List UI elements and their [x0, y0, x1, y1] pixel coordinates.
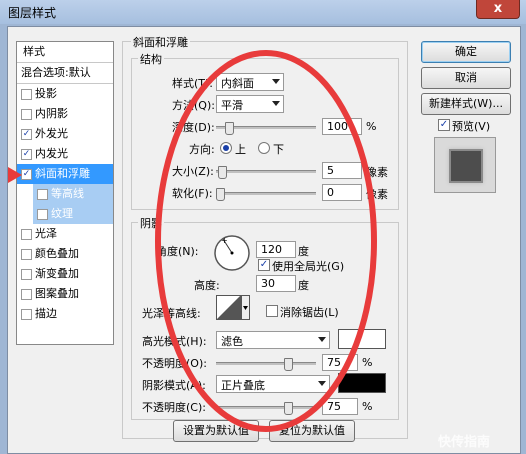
window-title: 图层样式 — [8, 6, 57, 20]
watermark-text: 快传指南 — [438, 435, 491, 450]
annotation-overlay — [8, 50, 377, 432]
layer-style-dialog: 图层样式 x 样式 混合选项:默认 投影 内阴影 ✓ 外发光 ✓ 内发光 ✓ 斜面和浮雕 等高线… — [0, 0, 526, 454]
dialog-body: 样式 混合选项:默认 投影 内阴影 ✓ 外发光 ✓ 内发光 ✓ 斜面和浮雕 等高线 纹理 光泽 颜色叠… — [7, 26, 521, 454]
title-bar[interactable]: 图层样式 x — [0, 0, 526, 24]
annotation-ellipse — [155, 50, 377, 432]
annotation-arrow-icon — [8, 167, 22, 183]
close-button[interactable]: x — [476, 0, 520, 19]
